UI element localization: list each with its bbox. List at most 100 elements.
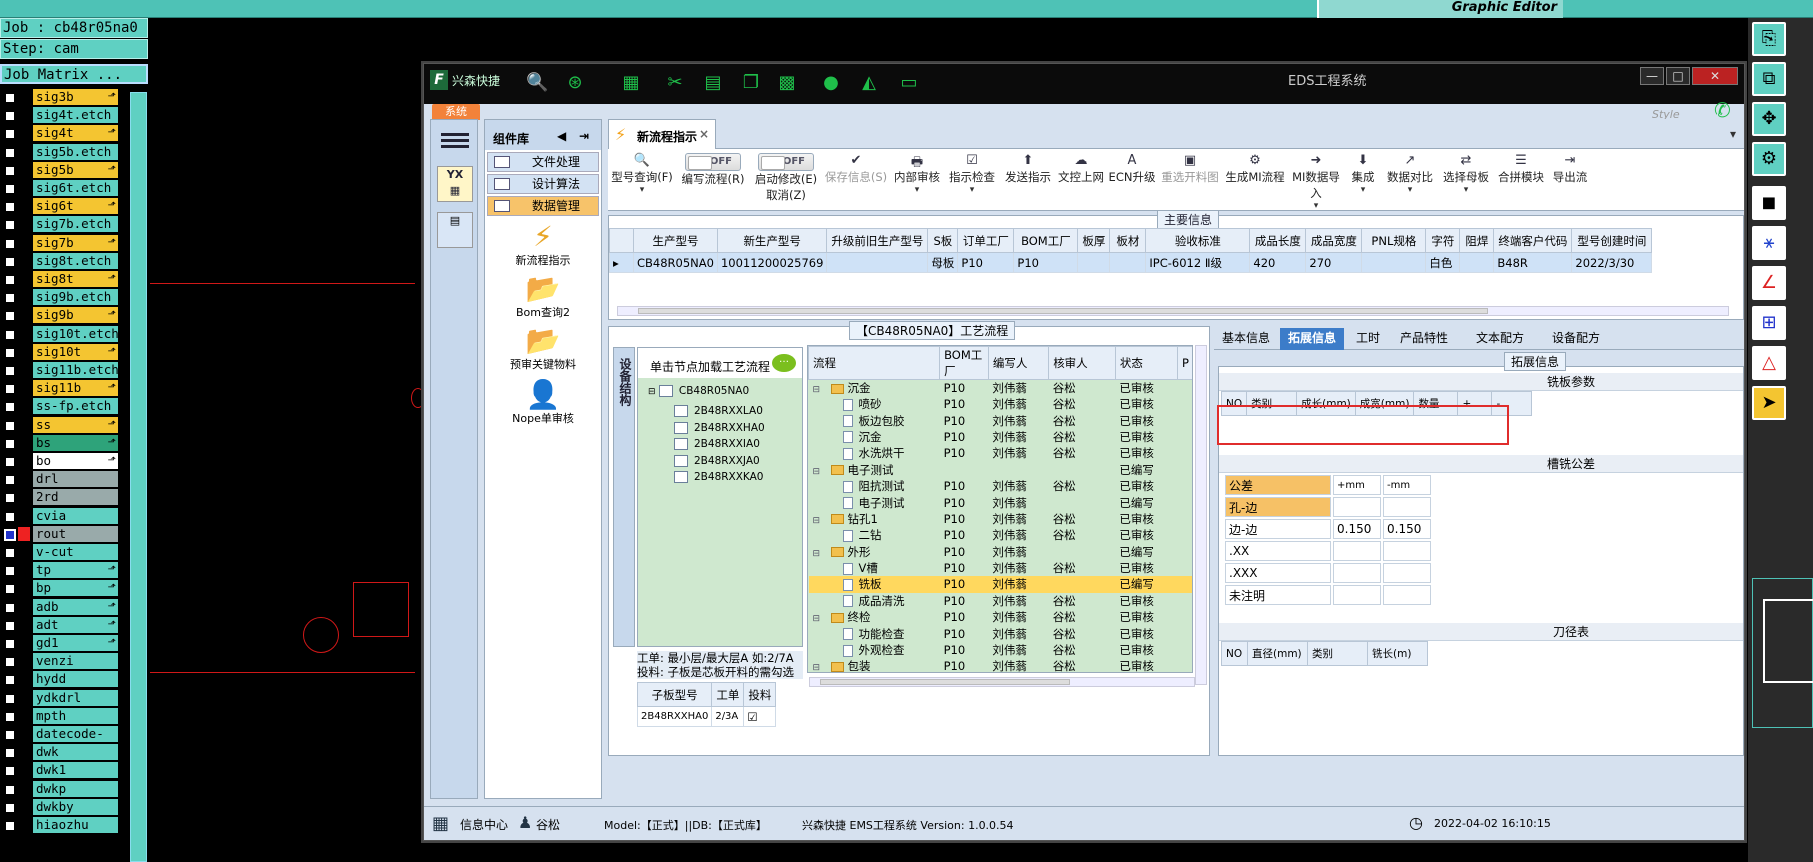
layer-scrollbar[interactable] <box>130 92 147 862</box>
layer-checkbox[interactable] <box>4 601 16 614</box>
layer-checkbox[interactable] <box>4 383 16 396</box>
column-header[interactable]: P <box>1177 346 1192 380</box>
copy-icon[interactable]: ❐ <box>740 72 762 94</box>
layer-checkbox[interactable] <box>4 255 16 268</box>
menu-file-processing[interactable]: 文件处理 <box>487 152 599 172</box>
windows-icon[interactable]: ▦ <box>432 813 449 834</box>
column-header[interactable]: 铣长(m) <box>1367 641 1428 666</box>
expand-icon[interactable]: ⊟ <box>813 663 831 672</box>
layer-row[interactable]: adt ⬏ <box>0 616 118 635</box>
node-checkbox[interactable] <box>674 438 688 451</box>
layer-row[interactable]: hydd <box>0 670 118 689</box>
flow-row[interactable]: 沉金 P10 刘伟蓊 谷松 已审核 <box>809 429 1193 445</box>
table-row[interactable]: ▸ CB48R05NA0 10011200025769 母板 P10 P10 IPC-601… <box>609 252 1653 273</box>
layer-row[interactable]: bp ⬏ <box>0 579 118 598</box>
menu-icon[interactable] <box>441 130 469 152</box>
tool-line-icon[interactable]: ∠ <box>1752 266 1786 300</box>
layer-row[interactable]: sig5b ⬏ <box>0 161 118 180</box>
calculator-icon[interactable]: ▤ <box>437 212 473 248</box>
layer-checkbox[interactable] <box>4 274 16 286</box>
layer-checkbox[interactable] <box>4 437 16 450</box>
layer-row[interactable]: sig10t.etch <box>0 325 119 344</box>
horizontal-scrollbar[interactable] <box>809 677 1195 687</box>
monitor-icon[interactable]: ▭ <box>898 72 920 94</box>
layer-checkbox[interactable] <box>4 110 16 123</box>
toolbar-button[interactable]: OFF 编写流程(R) <box>676 153 750 209</box>
tool-move-icon[interactable]: ✥ <box>1752 102 1786 136</box>
tab-new-process[interactable]: ⚡ 新流程指示 × <box>608 119 716 149</box>
layer-checkbox[interactable] <box>4 128 16 141</box>
layer-row[interactable]: dwk <box>0 743 118 762</box>
pin-icon[interactable]: ⇥ <box>579 129 589 143</box>
layer-row[interactable]: sig9b ⬏ <box>0 306 118 325</box>
column-header[interactable]: 型号创建时间 <box>1571 228 1653 253</box>
tree-node[interactable]: 2B48RXXIA0 <box>674 435 760 453</box>
close-button[interactable]: ✕ <box>1692 67 1738 85</box>
collapse-icon[interactable]: ◀ <box>557 129 566 143</box>
flow-row[interactable]: 电子测试 P10 刘伟蓊 已编写 <box>809 494 1193 510</box>
column-header[interactable]: PNL规格 <box>1361 228 1427 253</box>
layer-checkbox[interactable] <box>4 747 16 760</box>
flow-row[interactable]: 铣板 P10 刘伟蓊 已编写 <box>808 576 1192 593</box>
layer-row[interactable]: dwkby <box>0 798 118 817</box>
layer-checkbox[interactable] <box>4 92 16 104</box>
tool-pointer-icon[interactable]: ➤ <box>1752 386 1786 420</box>
tool-nodes-icon[interactable]: ⚹ <box>1752 226 1786 260</box>
grid-icon[interactable]: ▦ <box>620 72 642 94</box>
flow-row[interactable]: 板边包胶 P10 刘伟蓊 谷松 已审核 <box>809 412 1193 428</box>
lib-nope-review[interactable]: 👤 Nope单审核 <box>485 378 601 426</box>
horizontal-scrollbar[interactable] <box>617 306 1729 316</box>
toolbar-button[interactable]: ☑ 指示检查 ▾ <box>944 153 1000 209</box>
toggle-switch[interactable]: OFF <box>758 153 814 171</box>
layer-checkbox[interactable] <box>4 510 16 523</box>
toolbar-button[interactable]: ▣ 重选开料图 <box>1158 153 1222 209</box>
user-icon[interactable]: ● <box>820 72 842 94</box>
toolbar-button[interactable]: A ECN升级 <box>1106 153 1158 209</box>
lib-prereview-material[interactable]: 📂 预审关键物料 <box>485 324 601 372</box>
info-center[interactable]: 信息中心 <box>460 816 508 833</box>
layer-row[interactable]: dwk1 <box>0 761 118 780</box>
column-header[interactable]: 板厚 <box>1077 228 1111 253</box>
chart-icon[interactable]: ◭ <box>858 72 880 94</box>
layer-row[interactable]: sig6t ⬏ <box>0 197 118 216</box>
layer-row[interactable]: sig8t ⬏ <box>0 270 118 289</box>
column-header[interactable]: 生产型号 <box>633 228 718 253</box>
apps-icon[interactable]: ▩ <box>776 72 798 94</box>
layer-checkbox[interactable] <box>4 328 16 341</box>
node-checkbox[interactable] <box>674 405 688 417</box>
layer-checkbox[interactable] <box>4 528 16 541</box>
layer-checkbox[interactable] <box>4 346 16 359</box>
dropdown-icon[interactable]: ▾ <box>890 185 944 195</box>
layer-row[interactable]: hiaozhu <box>0 816 118 835</box>
scissors-icon[interactable]: ✂ <box>664 72 686 94</box>
column-header[interactable]: 编写人 <box>987 346 1050 380</box>
layer-row[interactable]: sig7b ⬏ <box>0 234 118 253</box>
layer-checkbox[interactable] <box>4 583 16 596</box>
layer-row[interactable]: dwkp <box>0 780 118 799</box>
lib-new-process[interactable]: ⚡ 新流程指示 <box>485 220 601 268</box>
job-matrix-button[interactable]: Job Matrix ... <box>0 64 148 84</box>
flow-row[interactable]: ⊟ 钻孔1 P10 刘伟蓊 谷松 已审核 <box>809 511 1193 527</box>
column-header[interactable]: BOM工厂 <box>1013 228 1079 253</box>
toolbar-button[interactable]: ➜ MI数据导入 ▾ <box>1288 153 1344 211</box>
tree-node[interactable]: 2B48RXXKA0 <box>674 468 764 486</box>
toolbar-button[interactable]: ⚙ 生成MI流程 <box>1222 153 1288 209</box>
tolerance-row[interactable]: 未注明 <box>1225 585 1431 605</box>
search-icon[interactable]: 🔍 <box>526 72 548 94</box>
factory-icon[interactable]: YX ▦ <box>437 166 473 202</box>
column-header[interactable]: 新生产型号 <box>716 228 828 253</box>
tool-settings-icon[interactable]: ⚙ <box>1752 142 1786 176</box>
layer-checkbox[interactable] <box>4 820 16 832</box>
layer-row[interactable]: 2rd <box>0 488 118 507</box>
layer-row[interactable]: sig7b.etch <box>0 215 118 234</box>
expand-icon[interactable]: ⊟ <box>813 516 831 526</box>
flow-row[interactable]: 水洗烘干 P10 刘伟蓊 谷松 已审核 <box>809 445 1193 461</box>
layer-checkbox[interactable] <box>4 638 16 650</box>
layer-checkbox[interactable] <box>4 237 16 250</box>
column-header[interactable]: 订单工厂 <box>957 228 1015 253</box>
node-checkbox[interactable] <box>674 421 688 434</box>
layer-checkbox[interactable] <box>4 310 16 323</box>
flow-row[interactable]: ⊟ 包装 P10 刘伟蓊 谷松 已审核 <box>809 658 1193 672</box>
layer-checkbox[interactable] <box>4 292 16 305</box>
menu-design-algorithm[interactable]: 设计算法 <box>487 174 599 194</box>
